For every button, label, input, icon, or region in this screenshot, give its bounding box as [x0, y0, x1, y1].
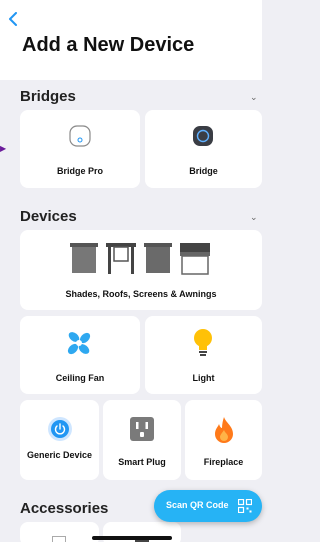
- device-label: Smart Plug: [118, 457, 166, 467]
- device-card-fireplace[interactable]: Fireplace: [185, 400, 262, 480]
- section-title: Bridges: [20, 88, 76, 105]
- bulb-icon: [193, 328, 213, 363]
- accessory-card[interactable]: [20, 522, 99, 542]
- power-icon: [47, 416, 73, 447]
- device-label: Generic Device: [26, 450, 93, 460]
- chevron-down-icon: ⌄: [250, 92, 258, 102]
- chevron-left-icon: [9, 12, 17, 26]
- device-card-bridge-pro[interactable]: Bridge Pro: [20, 110, 140, 188]
- section-bridges-header[interactable]: Bridges ⌄: [0, 86, 262, 112]
- device-card-ceiling-fan[interactable]: Ceiling Fan: [20, 316, 140, 394]
- section-title: Devices: [20, 208, 77, 225]
- device-label: Ceiling Fan: [55, 373, 105, 383]
- fan-icon: [66, 330, 92, 361]
- device-label: Bridge Pro: [56, 166, 103, 176]
- section-devices-header[interactable]: Devices ⌄: [0, 206, 262, 232]
- header: Add a New Device: [0, 0, 262, 80]
- device-label: Bridge: [189, 166, 218, 176]
- scan-qr-button[interactable]: Scan QR Code: [154, 490, 262, 522]
- bridge-icon: [191, 124, 215, 153]
- device-card-smart-plug[interactable]: Smart Plug: [103, 400, 181, 480]
- accessory-icon: [52, 536, 66, 542]
- device-card-shades[interactable]: Shades, Roofs, Screens & Awnings: [20, 230, 262, 310]
- plug-icon: [129, 416, 155, 447]
- device-card-generic-device[interactable]: Generic Device: [20, 400, 99, 480]
- device-label: Light: [192, 373, 215, 383]
- device-label: Fireplace: [203, 457, 244, 467]
- device-card-light[interactable]: Light: [145, 316, 262, 394]
- section-title: Accessories: [20, 500, 109, 517]
- device-label: Shades, Roofs, Screens & Awnings: [65, 289, 217, 299]
- device-card-bridge[interactable]: Bridge: [145, 110, 262, 188]
- scan-qr-label: Scan QR Code: [166, 500, 229, 510]
- chevron-down-icon: ⌄: [250, 212, 258, 222]
- selection-indicator: ▶: [0, 144, 7, 153]
- home-indicator: [92, 536, 172, 540]
- flame-icon: [213, 416, 235, 449]
- bridge-pro-icon: [68, 124, 92, 153]
- page-title: Add a New Device: [22, 34, 195, 56]
- qr-code-icon: [237, 498, 253, 518]
- shades-icon: [70, 243, 212, 280]
- back-button[interactable]: [6, 12, 20, 28]
